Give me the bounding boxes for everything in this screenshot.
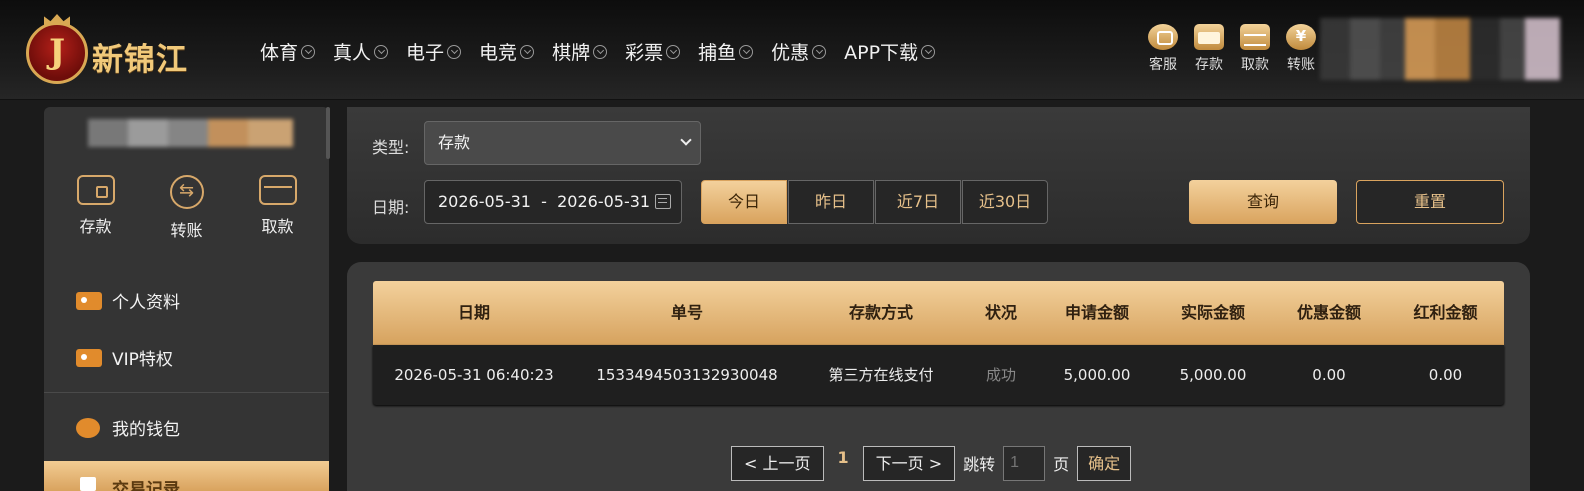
- nav-item-app-download[interactable]: APP下载: [844, 38, 936, 65]
- chevron-down-icon: [374, 44, 389, 59]
- chevron-down-icon: [447, 44, 462, 59]
- table-row: 2026-05-31 06:40:23 1533494503132930048 …: [373, 345, 1504, 405]
- date-label: 日期:: [372, 198, 410, 217]
- vip-card-icon: [76, 348, 102, 367]
- quick-transfer[interactable]: 转账: [1278, 24, 1324, 74]
- cell-order-number: 1533494503132930048: [596, 366, 778, 384]
- calendar-icon: [655, 194, 671, 209]
- sidebar-item-wallet[interactable]: 我的钱包: [44, 399, 329, 456]
- cell-actual-amount: 5,000.00: [1179, 366, 1247, 384]
- transfer-icon: [1286, 24, 1316, 50]
- range-30days-button[interactable]: 近30日: [962, 180, 1048, 224]
- col-date: 日期: [457, 303, 490, 322]
- current-page-number[interactable]: 1: [838, 448, 849, 467]
- filter-panel: 类型: 存款 日期: 2026-05-31 - 2026-05-31 今日 昨日…: [347, 107, 1530, 244]
- status-badge: 成功: [985, 366, 1016, 384]
- results-panel: 日期 单号 存款方式 状况 申请金额 实际金额 优惠金额 红利金额 2026-0…: [347, 262, 1530, 491]
- sidebar-transfer-button[interactable]: 转账: [152, 175, 222, 241]
- brand-name: 新锦江: [92, 42, 188, 78]
- wallet-icon: [1194, 24, 1224, 50]
- wallet-icon: [76, 175, 115, 205]
- brand-logo[interactable]: J 新锦江: [26, 14, 226, 86]
- quick-withdraw[interactable]: 取款: [1232, 24, 1278, 74]
- cell-promo-amount: 0.00: [1312, 366, 1346, 384]
- range-7days-button[interactable]: 近7日: [875, 180, 961, 224]
- page-confirm-button[interactable]: 确定: [1077, 445, 1132, 481]
- sidebar-item-transactions[interactable]: 交易记录: [44, 461, 329, 491]
- chevron-down-icon: [301, 44, 316, 59]
- logo-badge: J: [26, 22, 88, 84]
- sidebar-divider: [44, 392, 329, 393]
- username-blurred: [88, 119, 293, 147]
- col-bonus-amount: 红利金额: [1413, 303, 1478, 322]
- prev-page-button[interactable]: < 上一页: [731, 445, 824, 481]
- pagination: < 上一页 1 下一页 > 跳转 页 确定: [731, 445, 1132, 481]
- transfer-icon: [169, 175, 204, 209]
- jump-label: 跳转: [963, 455, 996, 474]
- main-nav: 体育 真人 电子 电竞 棋牌 彩票 捕鱼 优惠 APP下载: [260, 38, 953, 65]
- nav-item-slots[interactable]: 电子: [406, 38, 462, 65]
- query-button[interactable]: 查询: [1189, 180, 1337, 224]
- page-jump-input[interactable]: [1003, 445, 1046, 481]
- type-select[interactable]: 存款: [424, 121, 701, 165]
- nav-item-live[interactable]: 真人: [333, 38, 389, 65]
- piggy-bank-icon: [76, 417, 100, 438]
- col-promo-amount: 优惠金额: [1296, 303, 1361, 322]
- top-header: J 新锦江 体育 真人 电子 电竞 棋牌 彩票 捕鱼 优惠 APP下载 客服 存…: [0, 0, 1584, 100]
- next-page-button[interactable]: 下一页 >: [862, 445, 956, 481]
- sidebar-item-vip[interactable]: VIP特权: [44, 329, 329, 386]
- chevron-down-icon: [921, 44, 936, 59]
- sidebar-actions: 存款 转账 取款: [44, 175, 329, 241]
- sidebar-deposit-button[interactable]: 存款: [61, 175, 131, 241]
- nav-item-promotions[interactable]: 优惠: [771, 38, 827, 65]
- customer-service-icon: [1148, 24, 1178, 50]
- cell-date: 2026-05-31 06:40:23: [394, 366, 554, 384]
- sidebar-scrollbar[interactable]: [326, 107, 330, 159]
- chevron-down-icon: [739, 44, 754, 59]
- col-status: 状况: [984, 303, 1017, 322]
- sidebar-menu: 个人资料 VIP特权 我的钱包: [44, 272, 329, 456]
- card-icon: [258, 175, 297, 205]
- record-icon: [80, 477, 96, 491]
- cell-deposit-method: 第三方在线支付: [828, 366, 934, 384]
- table-header: 日期 单号 存款方式 状况 申请金额 实际金额 优惠金额 红利金额: [373, 281, 1504, 345]
- chevron-down-icon: [520, 44, 535, 59]
- col-actual-amount: 实际金额: [1180, 303, 1245, 322]
- col-deposit-method: 存款方式: [848, 303, 913, 322]
- type-label: 类型:: [372, 138, 410, 157]
- nav-item-lottery[interactable]: 彩票: [625, 38, 681, 65]
- quick-deposit[interactable]: 存款: [1186, 24, 1232, 74]
- chevron-down-icon: [680, 134, 692, 146]
- quick-actions: 客服 存款 取款 转账: [1140, 24, 1324, 74]
- sidebar-withdraw-button[interactable]: 取款: [243, 175, 313, 241]
- transactions-table: 日期 单号 存款方式 状况 申请金额 实际金额 优惠金额 红利金额 2026-0…: [373, 281, 1504, 405]
- quick-customer-service[interactable]: 客服: [1140, 24, 1186, 74]
- chevron-down-icon: [812, 44, 827, 59]
- nav-item-fishing[interactable]: 捕鱼: [698, 38, 754, 65]
- sidebar-item-profile[interactable]: 个人资料: [44, 272, 329, 329]
- nav-item-esports[interactable]: 电竞: [479, 38, 535, 65]
- withdraw-icon: [1240, 24, 1270, 50]
- date-range-shortcuts: 今日 昨日 近7日 近30日: [701, 180, 1049, 224]
- nav-item-sports[interactable]: 体育: [260, 38, 316, 65]
- chevron-down-icon: [593, 44, 608, 59]
- id-card-icon: [76, 291, 102, 310]
- cell-requested-amount: 5,000.00: [1063, 366, 1131, 384]
- nav-item-cards[interactable]: 棋牌: [552, 38, 608, 65]
- chevron-down-icon: [666, 44, 681, 59]
- account-sidebar: 存款 转账 取款 个人资料 VIP特权 我的钱包 交易记录: [44, 107, 329, 491]
- user-account-blurred[interactable]: [1320, 18, 1560, 80]
- cell-bonus-amount: 0.00: [1428, 366, 1463, 384]
- date-range-input[interactable]: 2026-05-31 - 2026-05-31: [424, 180, 682, 224]
- page-unit-label: 页: [1053, 455, 1070, 474]
- col-requested-amount: 申请金额: [1064, 303, 1129, 322]
- reset-button[interactable]: 重置: [1356, 180, 1504, 224]
- range-today-button[interactable]: 今日: [701, 180, 787, 224]
- col-order-number: 单号: [670, 303, 703, 322]
- range-yesterday-button[interactable]: 昨日: [788, 180, 874, 224]
